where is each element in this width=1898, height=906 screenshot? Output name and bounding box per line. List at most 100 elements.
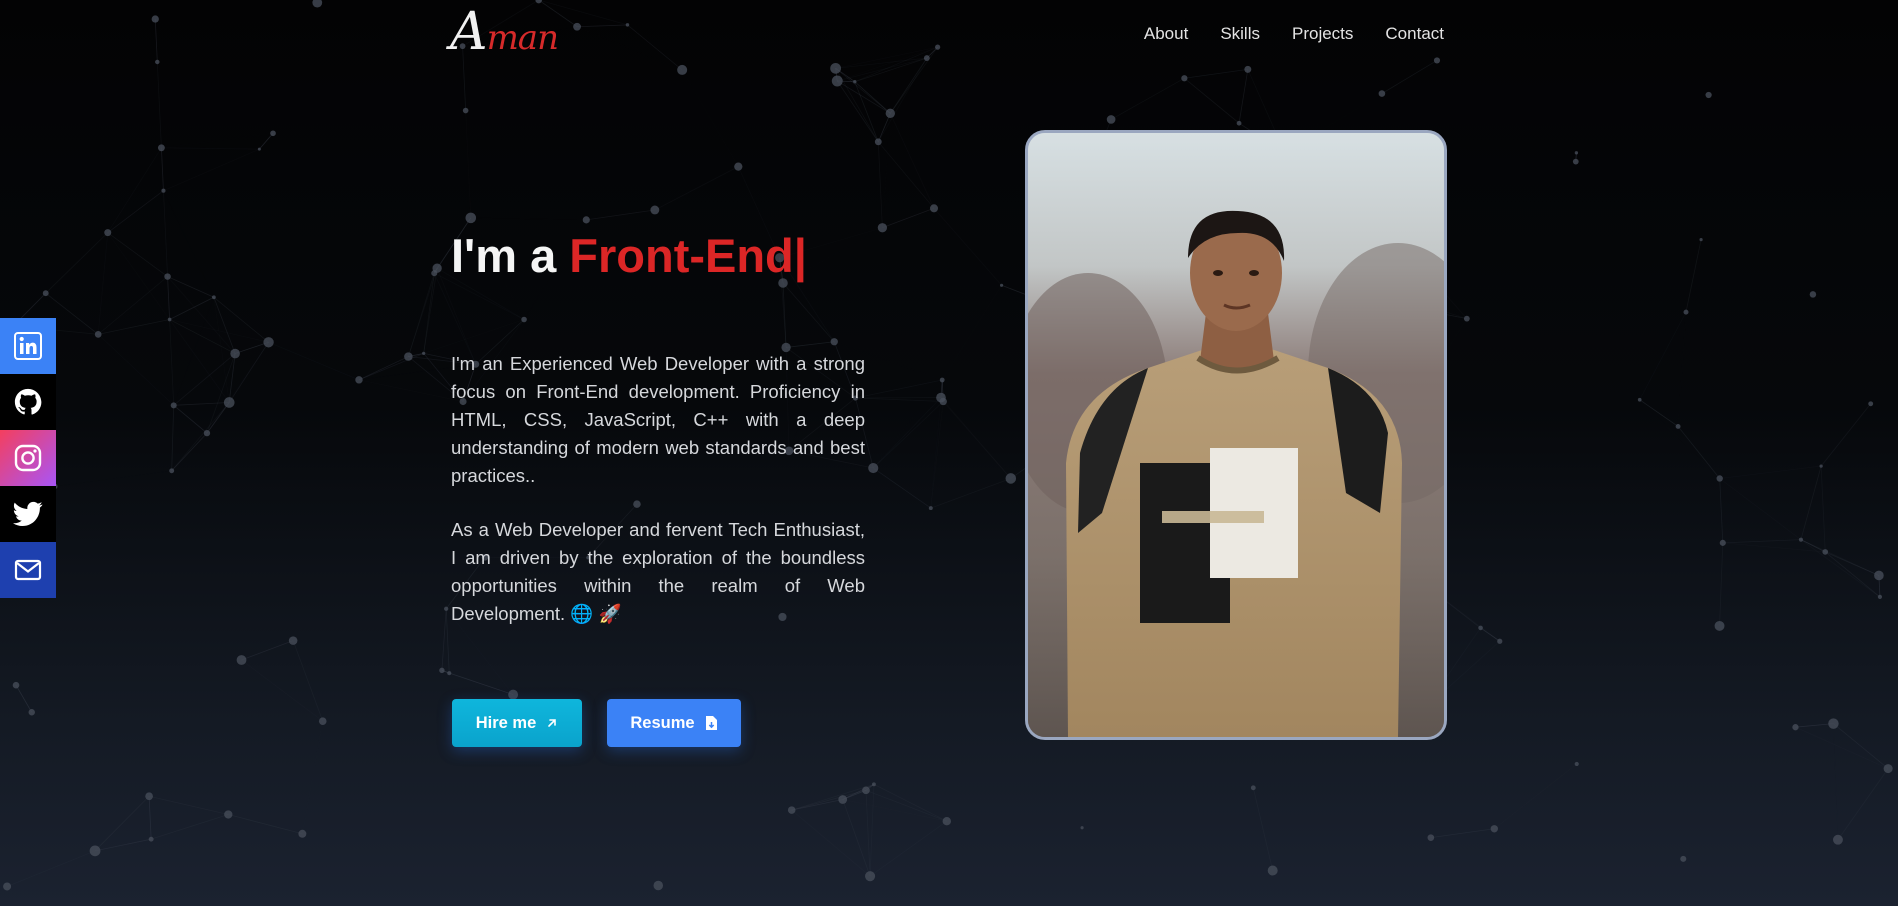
network-link: [882, 207, 935, 229]
network-node: [838, 795, 848, 804]
resume-button[interactable]: Resume: [607, 699, 741, 747]
network-node: [1080, 826, 1084, 830]
network-node: [831, 75, 843, 87]
network-node: [1883, 764, 1893, 774]
twitter-icon: [13, 501, 43, 526]
network-link: [55, 471, 172, 487]
network-link: [882, 113, 890, 227]
network-link: [169, 319, 230, 403]
network-node: [1822, 549, 1829, 555]
network-link: [234, 341, 269, 354]
network-node: [999, 283, 1004, 287]
nav-projects[interactable]: Projects: [1292, 24, 1353, 44]
network-node: [151, 15, 159, 23]
email-link[interactable]: [0, 542, 56, 598]
network-node: [877, 223, 888, 233]
network-link: [173, 402, 230, 406]
network-node: [830, 338, 838, 346]
mail-icon: [14, 559, 42, 581]
network-link: [837, 57, 927, 82]
network-link: [98, 319, 170, 335]
nav-about[interactable]: About: [1144, 24, 1188, 44]
network-node: [1699, 238, 1703, 242]
network-link: [1719, 465, 1822, 479]
network-link: [877, 141, 935, 209]
network-link: [1639, 399, 1679, 427]
linkedin-link[interactable]: [0, 318, 56, 374]
network-link: [107, 232, 170, 320]
network-node: [422, 351, 426, 356]
network-link: [407, 273, 435, 357]
nav-contact[interactable]: Contact: [1385, 24, 1444, 44]
network-link: [445, 608, 450, 674]
network-node: [42, 290, 49, 297]
network-link: [173, 405, 208, 434]
resume-label: Resume: [630, 713, 695, 732]
network-node: [853, 80, 857, 84]
network-node: [1250, 785, 1256, 791]
network-link: [167, 276, 215, 298]
network-link: [782, 282, 835, 343]
hero-title-typed: Front-End|: [569, 229, 807, 282]
network-link: [423, 319, 525, 354]
hire-me-button[interactable]: Hire me: [452, 699, 582, 747]
twitter-link[interactable]: [0, 486, 56, 542]
network-link: [163, 191, 213, 298]
network-link: [869, 820, 948, 877]
network-node: [535, 0, 542, 4]
network-link: [161, 147, 260, 150]
network-node: [1877, 594, 1883, 600]
network-link: [1685, 239, 1702, 313]
network-node: [157, 144, 165, 152]
network-link: [423, 273, 435, 354]
network-link: [1719, 478, 1802, 540]
network-node: [169, 468, 175, 474]
network-node: [104, 229, 112, 237]
network-link: [1494, 763, 1577, 830]
network-node: [830, 62, 842, 74]
network-node: [465, 212, 477, 224]
network-link: [942, 380, 1011, 478]
instagram-link[interactable]: [0, 430, 56, 486]
network-node: [1463, 315, 1470, 322]
network-node: [444, 606, 449, 611]
network-link: [154, 19, 158, 62]
network-link: [877, 57, 928, 143]
network-link: [151, 814, 229, 840]
network-link: [577, 27, 682, 70]
network-node: [939, 397, 947, 406]
network-node: [462, 107, 469, 114]
nav-skills[interactable]: Skills: [1220, 24, 1260, 44]
hero-paragraph-1: I'm an Experienced Web Developer with a …: [451, 353, 865, 486]
network-node: [1490, 825, 1498, 833]
network-link: [942, 285, 1001, 380]
network-node: [1716, 475, 1723, 482]
network-node: [263, 337, 274, 348]
site-logo[interactable]: Aman: [450, 4, 559, 66]
network-link: [627, 24, 683, 71]
network-node: [874, 138, 882, 146]
network-link: [94, 838, 152, 852]
network-node: [270, 130, 276, 137]
network-node: [1828, 718, 1839, 729]
network-link: [1719, 542, 1724, 626]
network-link: [213, 297, 230, 403]
network-link: [163, 148, 260, 192]
network-node: [257, 147, 261, 151]
network-link: [1837, 768, 1889, 840]
network-link: [1678, 312, 1686, 426]
network-link: [1480, 627, 1500, 642]
network-link: [1820, 466, 1826, 552]
network-link: [1184, 68, 1248, 79]
network-node: [1478, 625, 1483, 631]
network-link: [1833, 724, 1838, 840]
network-link: [855, 379, 943, 399]
network-link: [156, 61, 162, 148]
network-node: [288, 636, 298, 645]
network-link: [878, 47, 937, 142]
network-node: [650, 205, 660, 215]
network-node: [1005, 473, 1017, 484]
network-node: [865, 871, 876, 882]
github-link[interactable]: [0, 374, 56, 430]
network-link: [1430, 828, 1495, 839]
